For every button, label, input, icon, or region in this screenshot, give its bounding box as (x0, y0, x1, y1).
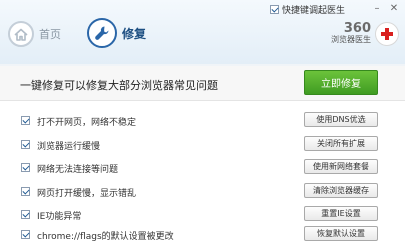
issue-checkbox[interactable] (21, 187, 30, 196)
nav-tab-repair-label: 修复 (122, 26, 147, 41)
brand-number: 360 (343, 21, 371, 36)
hotkey-checkbox[interactable] (270, 5, 279, 14)
home-icon (8, 21, 34, 47)
issue-label: chrome://flags的默认设置被更改 (37, 232, 174, 242)
issue-row: IE功能异常 重置IE设置 (0, 204, 405, 226)
issue-checkbox[interactable] (21, 230, 30, 239)
window-controls: – ✕ (370, 2, 401, 14)
issue-action-button[interactable]: 使用新网络套餐 (304, 159, 378, 174)
nav-tab-home-label: 首页 (39, 28, 61, 41)
issue-row: 网页打开缓慢，显示错乱 清除浏览器缓存 (0, 181, 405, 203)
issue-label: 浏览器运行缓慢 (37, 142, 101, 152)
issue-label: 网页打开缓慢，显示错乱 (37, 189, 137, 199)
brand-logo: 360 浏览器医生 (331, 22, 399, 46)
issue-label: 打不开网页，网络不稳定 (37, 118, 137, 128)
issue-action-button[interactable]: 关闭所有扩展 (304, 136, 378, 151)
issue-row: 网络无法连接等问题 使用新网络套餐 (0, 157, 405, 179)
issue-checkbox[interactable] (21, 116, 30, 125)
issue-checkbox[interactable] (21, 140, 30, 149)
close-icon[interactable]: ✕ (387, 2, 401, 14)
brand-text: 360 浏览器医生 (331, 21, 371, 45)
medical-cross-icon (375, 22, 399, 46)
issue-label: 网络无法连接等问题 (37, 165, 119, 175)
hotkey-doctor-toggle[interactable]: 快捷键调起医生 (270, 3, 345, 16)
issue-row: 打不开网页，网络不稳定 使用DNS优选 (0, 110, 405, 132)
hotkey-toggle-label: 快捷键调起医生 (282, 6, 346, 16)
issue-checkbox[interactable] (21, 163, 30, 172)
issue-label: IE功能异常 (37, 212, 82, 222)
nav-tab-home[interactable]: 首页 (8, 21, 61, 47)
issue-action-button[interactable]: 清除浏览器缓存 (304, 183, 378, 198)
issue-action-button[interactable]: 恢复默认设置 (304, 226, 378, 241)
wrench-icon (87, 18, 117, 48)
nav-tab-repair[interactable]: 修复 (87, 18, 146, 48)
issue-row: chrome://flags的默认设置被更改 恢复默认设置 (0, 224, 405, 246)
fix-now-button[interactable]: 立即修复 (304, 70, 378, 95)
minimize-icon[interactable]: – (370, 2, 384, 14)
page-headline: 一键修复可以修复大部分浏览器常见问题 (20, 79, 218, 92)
brand-subtitle: 浏览器医生 (331, 35, 371, 44)
issue-action-button[interactable]: 使用DNS优选 (304, 112, 378, 127)
issue-checkbox[interactable] (21, 210, 30, 219)
issue-action-button[interactable]: 重置IE设置 (304, 206, 378, 221)
issue-row: 浏览器运行缓慢 关闭所有扩展 (0, 134, 405, 156)
